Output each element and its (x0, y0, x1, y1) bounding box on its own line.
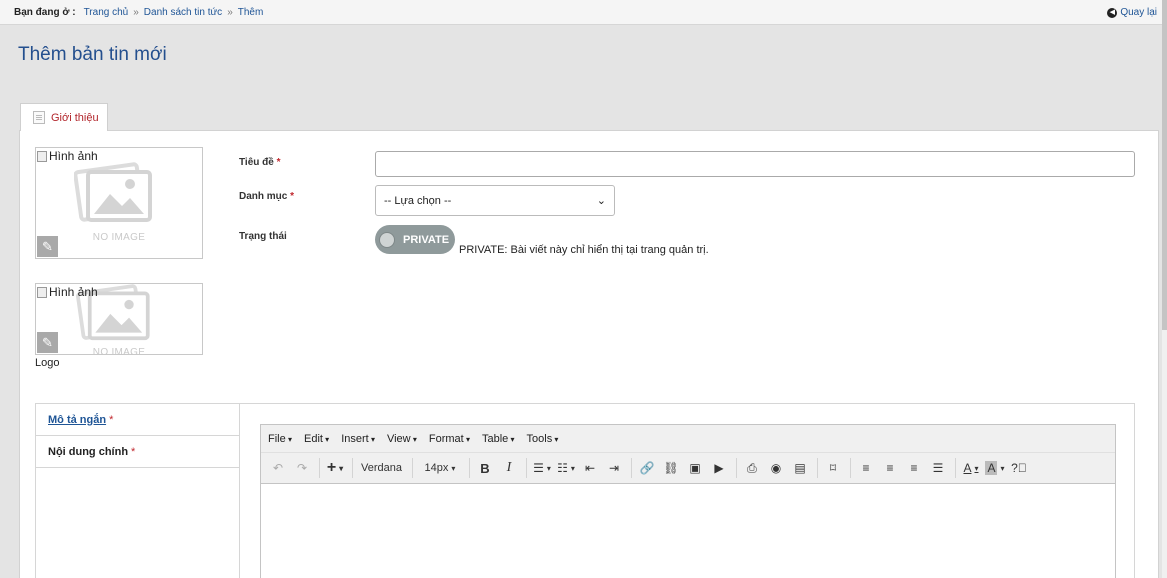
no-image-text: NO IMAGE (92, 232, 146, 243)
unlink-icon[interactable]: ⛓ (660, 457, 682, 479)
tab-noi-dung-chinh[interactable]: Nội dung chính * (36, 436, 240, 468)
align-center-icon[interactable]: ≡ (879, 457, 901, 479)
rich-text-editor: File Edit Insert View Format Table Tools… (260, 424, 1116, 578)
bookmark-icon[interactable]: ⌑ (822, 457, 844, 479)
redo-icon[interactable]: ↷ (291, 457, 313, 479)
toolbar-divider (411, 458, 413, 478)
menu-format[interactable]: Format (429, 433, 470, 445)
status-note: PRIVATE: Bài viết này chỉ hiển thị tại t… (459, 244, 709, 256)
toggle-label: PRIVATE (403, 233, 450, 246)
undo-icon[interactable]: ↶ (267, 457, 289, 479)
help-icon[interactable]: ?⃝ (1008, 457, 1030, 479)
tab-label: Giới thiệu (51, 111, 99, 124)
broken-image-icon (37, 150, 47, 162)
breadcrumb-separator: » (227, 6, 233, 18)
background-color-icon[interactable]: A (984, 457, 1006, 479)
font-family-select[interactable]: Verdana (357, 457, 406, 479)
status-toggle[interactable]: PRIVATE (375, 225, 455, 254)
toolbar-divider (735, 458, 737, 478)
indent-icon[interactable]: ⇥ (603, 457, 625, 479)
title-label: Tiêu đề * (239, 157, 281, 168)
toolbar-divider (954, 458, 956, 478)
logo-image-upload[interactable]: NO IMAGE Hình ảnh ✎ (35, 283, 203, 355)
back-icon: ◀ (1107, 7, 1118, 18)
image-alt: Hình ảnh (37, 149, 98, 163)
menu-edit[interactable]: Edit (304, 433, 329, 445)
menu-table[interactable]: Table (482, 433, 515, 445)
chevron-down-icon: ⌄ (596, 195, 606, 207)
add-icon[interactable]: + (324, 457, 346, 479)
toolbar-divider (352, 458, 353, 478)
editor-menubar: File Edit Insert View Format Table Tools (261, 425, 1115, 453)
breadcrumb-news-list-link[interactable]: Danh sách tin tức (144, 7, 222, 18)
toolbar-divider (319, 458, 320, 478)
tab-gioi-thieu[interactable]: Giới thiệu (20, 103, 108, 131)
toolbar-divider (630, 458, 632, 478)
breadcrumb-prefix: Bạn đang ở : (14, 6, 76, 18)
align-right-icon[interactable]: ≡ (903, 457, 925, 479)
editor-body[interactable] (261, 484, 1115, 578)
template-icon[interactable]: ▤ (789, 457, 811, 479)
toolbar-divider (849, 458, 851, 478)
italic-icon[interactable]: I (498, 457, 520, 479)
menu-view[interactable]: View (387, 433, 417, 445)
image-icon[interactable]: ▣ (684, 457, 706, 479)
breadcrumb-current[interactable]: Thêm (238, 7, 264, 18)
back-label: Quay lại (1120, 7, 1157, 18)
toolbar-divider (816, 458, 818, 478)
back-button[interactable]: ◀ Quay lại (1107, 7, 1157, 18)
image-placeholder-icon (74, 162, 152, 222)
logo-caption: Logo (35, 357, 60, 369)
breadcrumb-bar: Bạn đang ở : Trang chủ » Danh sách tin t… (0, 0, 1162, 25)
menu-insert[interactable]: Insert (341, 433, 375, 445)
toggle-knob (379, 231, 395, 248)
scrollbar-thumb[interactable] (1162, 0, 1167, 330)
tab-mo-ta-ngan[interactable]: Mô tả ngắn * (36, 404, 240, 436)
print-icon[interactable]: ⎙ (741, 457, 763, 479)
bullet-list-icon[interactable]: ☰ (531, 457, 553, 479)
media-icon[interactable]: ▶ (708, 457, 730, 479)
page-title: Thêm bản tin mới (18, 44, 167, 65)
menu-file[interactable]: File (268, 433, 292, 445)
editor-toolbar: ↶ ↷ + Verdana 14px B I ☰ ☷ ⇤ ⇥ 🔗 ⛓ ▣ ▶ ⎙… (261, 453, 1115, 484)
image-alt: Hình ảnh (37, 285, 98, 299)
category-select[interactable]: -- Lựa chọn -- ⌄ (375, 185, 615, 216)
category-label: Danh mục * (239, 191, 295, 202)
menu-tools[interactable]: Tools (527, 433, 559, 445)
status-label: Trạng thái (239, 231, 287, 242)
edit-pencil-icon[interactable]: ✎ (37, 236, 58, 257)
preview-icon[interactable]: ◉ (765, 457, 787, 479)
toolbar-divider (468, 458, 470, 478)
align-left-icon[interactable]: ≡ (855, 457, 877, 479)
numbered-list-icon[interactable]: ☷ (555, 457, 577, 479)
no-image-text: NO IMAGE (92, 347, 146, 355)
outdent-icon[interactable]: ⇤ (579, 457, 601, 479)
font-size-select[interactable]: 14px (417, 457, 463, 479)
document-icon (33, 111, 45, 124)
title-input[interactable] (375, 151, 1135, 177)
main-image-upload[interactable]: NO IMAGE Hình ảnh ✎ (35, 147, 203, 259)
toolbar-divider (525, 458, 527, 478)
breadcrumb-home-link[interactable]: Trang chủ (84, 7, 129, 18)
breadcrumb-separator: » (133, 6, 139, 18)
category-selected-value: -- Lựa chọn -- (384, 194, 452, 207)
align-justify-icon[interactable]: ☰ (927, 457, 949, 479)
text-color-icon[interactable]: A (960, 457, 982, 479)
bold-icon[interactable]: B (474, 457, 496, 479)
broken-image-icon (37, 286, 47, 298)
link-icon[interactable]: 🔗 (636, 457, 658, 479)
content-tabs: Mô tả ngắn * Nội dung chính * (35, 403, 240, 578)
edit-pencil-icon[interactable]: ✎ (37, 332, 58, 353)
